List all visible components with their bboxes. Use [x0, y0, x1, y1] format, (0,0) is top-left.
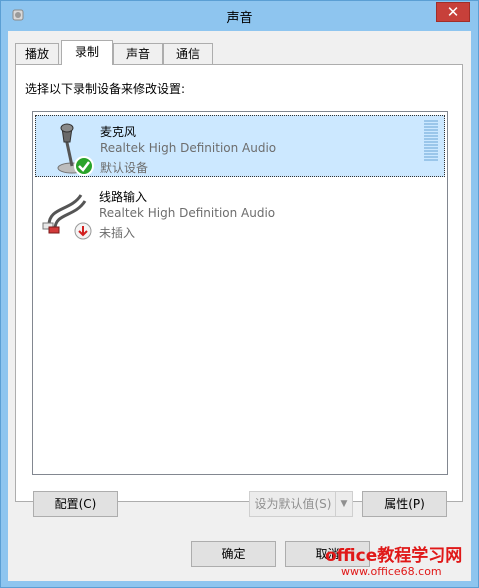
watermark: office教程学习网 www.office68.com — [313, 537, 463, 583]
set-default-button[interactable]: 设为默认值(S) ▼ — [249, 491, 353, 517]
device-driver: Realtek High Definition Audio — [99, 206, 276, 220]
microphone-icon — [57, 123, 94, 176]
device-item-line-in[interactable]: 线路输入 Realtek High Definition Audio 未插入 — [35, 181, 445, 243]
line-in-cable-icon — [42, 194, 92, 240]
tab-sounds[interactable]: 声音 — [113, 43, 163, 64]
configure-button[interactable]: 配置(C) — [33, 491, 118, 517]
device-list[interactable]: 麦克风 Realtek High Definition Audio 默认设备 线… — [32, 111, 448, 475]
device-status: 未插入 — [99, 226, 136, 240]
tab-playback[interactable]: 播放 — [15, 43, 59, 64]
close-button[interactable]: ✕ — [436, 2, 470, 22]
device-status: 默认设备 — [100, 161, 149, 175]
level-meter — [424, 120, 438, 170]
device-item-microphone[interactable]: 麦克风 Realtek High Definition Audio 默认设备 — [35, 115, 445, 177]
device-name: 线路输入 — [99, 190, 148, 204]
watermark-url: www.office68.com — [341, 565, 442, 578]
sound-dialog: 声音 ✕ 播放 录制 声音 通信 选择以下录制设备来修改设置: 麦克风 Real… — [0, 0, 479, 588]
tab-communications[interactable]: 通信 — [163, 43, 213, 64]
window-title: 声音 — [226, 11, 253, 26]
set-default-label: 设为默认值(S) — [254, 497, 332, 511]
watermark-title: office教程学习网 — [325, 546, 463, 566]
device-driver: Realtek High Definition Audio — [100, 141, 277, 155]
device-name: 麦克风 — [100, 125, 137, 139]
instruction-text: 选择以下录制设备来修改设置: — [25, 82, 186, 96]
chevron-down-icon[interactable]: ▼ — [335, 492, 352, 516]
tab-recording[interactable]: 录制 — [61, 40, 113, 65]
properties-button[interactable]: 属性(P) — [362, 491, 447, 517]
ok-button[interactable]: 确定 — [191, 541, 276, 567]
title-bar[interactable]: 声音 ✕ — [1, 1, 478, 31]
dialog-body: 播放 录制 声音 通信 选择以下录制设备来修改设置: 麦克风 Realtek H… — [8, 31, 471, 581]
